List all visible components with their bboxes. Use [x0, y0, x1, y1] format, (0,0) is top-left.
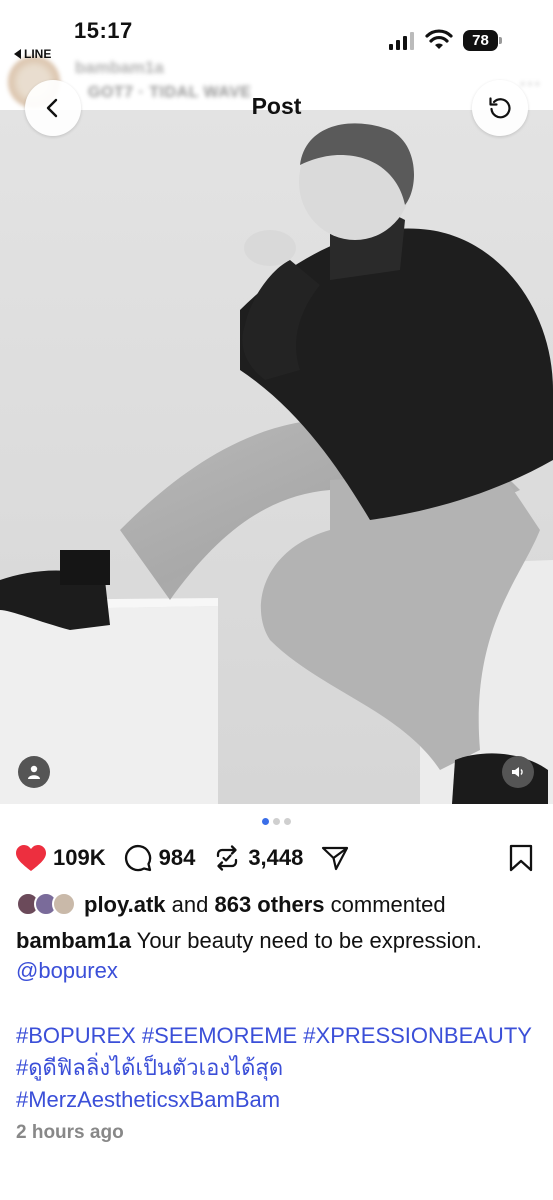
person-icon: [28, 765, 40, 779]
battery-level: 78: [463, 30, 498, 51]
repost-count: 3,448: [248, 845, 304, 870]
caption-mention[interactable]: @bopurex: [16, 958, 118, 983]
speaker-icon: [512, 767, 523, 777]
repost-icon: [217, 845, 238, 871]
post-image: [0, 110, 553, 804]
save-button[interactable]: [509, 844, 533, 877]
others-count[interactable]: 863 others: [214, 892, 324, 918]
tagged-people-button[interactable]: [18, 756, 50, 788]
bookmark-icon: [509, 844, 533, 872]
post-timestamp: 2 hours ago: [16, 1122, 124, 1143]
comment-summary[interactable]: ploy.atk and 863 others commented: [16, 891, 446, 919]
refresh-button[interactable]: [472, 80, 528, 136]
post-photo[interactable]: [0, 110, 553, 804]
back-app-label: LINE: [24, 47, 52, 61]
status-time: 15:17: [74, 18, 133, 43]
commenter-avatars: [16, 891, 78, 919]
caption-hashtags[interactable]: #BOPUREX #SEEMOREME #XPRESSIONBEAUTY #ดู…: [16, 1020, 541, 1116]
repost-button[interactable]: 3,448: [213, 844, 303, 872]
battery-icon: 78: [463, 30, 503, 51]
carousel-dot: [284, 818, 291, 825]
carousel-indicator: [0, 818, 553, 825]
back-triangle-icon: [14, 49, 21, 59]
carousel-dot-active: [262, 818, 269, 825]
comment-and: and: [171, 892, 209, 917]
action-bar: 109K 984 3,448: [16, 840, 539, 876]
like-count: 109K: [53, 845, 106, 870]
like-button[interactable]: 109K: [16, 844, 106, 872]
avatar: [52, 892, 76, 916]
status-bar: 15:17 LINE 78: [0, 0, 553, 66]
comment-count: 984: [158, 845, 196, 870]
signal-icon: [389, 32, 414, 50]
paper-plane-icon: [322, 846, 349, 871]
commenter-username[interactable]: ploy.atk: [84, 892, 166, 918]
comment-icon: [124, 844, 151, 872]
caption-text: Your beauty need to be expression.: [136, 928, 483, 953]
share-button[interactable]: [321, 844, 349, 872]
carousel-dot: [273, 818, 280, 825]
heart-icon: [16, 844, 46, 871]
wifi-icon: [425, 29, 453, 49]
refresh-icon: [489, 97, 511, 119]
back-to-app-link[interactable]: LINE: [14, 47, 51, 61]
caption-username[interactable]: bambam1a: [16, 928, 131, 953]
top-nav: Post: [0, 76, 553, 136]
comment-verb: commented: [330, 892, 446, 917]
sound-toggle-button[interactable]: [502, 756, 534, 788]
comment-button[interactable]: 984: [124, 844, 196, 872]
page-title: Post: [251, 93, 302, 119]
post-caption: bambam1a Your beauty need to be expressi…: [16, 926, 536, 986]
